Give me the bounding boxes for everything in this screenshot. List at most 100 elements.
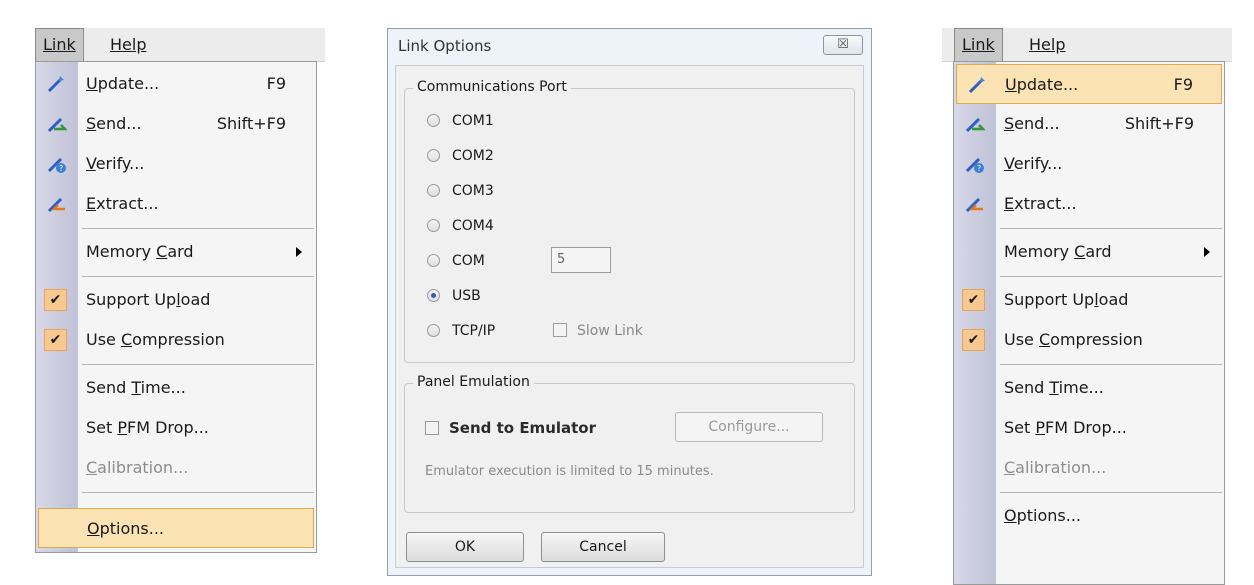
menu-item-calibration[interactable]: Calibration...: [36, 448, 316, 488]
configure-button[interactable]: Configure...: [675, 412, 823, 442]
separator: [1000, 364, 1222, 365]
submenu-arrow-icon: [1204, 247, 1210, 257]
menu-item-label: Extract...: [86, 194, 159, 213]
cancel-button[interactable]: Cancel: [541, 532, 665, 562]
send-to-emulator-checkbox[interactable]: Send to Emulator: [425, 417, 596, 439]
checkmark-icon: ✔: [962, 329, 985, 351]
close-button[interactable]: ☒: [823, 35, 863, 55]
checkbox-label: Slow Link: [577, 323, 643, 339]
menu-item-memory-card[interactable]: Memory Card: [36, 232, 316, 272]
menu-item-label: Set PFM Drop...: [1004, 418, 1127, 437]
menu-item-extract[interactable]: Extract...: [954, 184, 1224, 224]
radio-com3[interactable]: COM3: [427, 180, 494, 202]
wand-send-icon: [965, 117, 985, 133]
svg-text:?: ?: [59, 164, 63, 173]
radio-icon: [427, 113, 440, 127]
menu-item-label: Extract...: [1004, 194, 1077, 213]
radio-icon: [427, 183, 440, 197]
wand-extract-icon: [47, 197, 65, 213]
menu-item-label: Send Time...: [1004, 378, 1104, 397]
menu-item-calibration[interactable]: Calibration...: [954, 448, 1224, 488]
menu-item-label: Use Compression: [86, 330, 225, 349]
menu-item-support-upload[interactable]: ✔ Support Upload: [954, 280, 1224, 320]
menu-item-label: Support Upload: [86, 290, 211, 309]
right-menu-panel: Link Help Update... F9 Send... Shift+F9 …: [942, 28, 1232, 585]
menu-item-verify[interactable]: ? Verify...: [36, 144, 316, 184]
menu-item-label: Calibration...: [86, 458, 189, 477]
menu-item-set-pfm-drop[interactable]: Set PFM Drop...: [954, 408, 1224, 448]
wand-update-icon: [47, 76, 64, 93]
menu-item-label: Set PFM Drop...: [86, 418, 209, 437]
radio-label: COM4: [452, 218, 494, 234]
menu-link[interactable]: Link: [35, 28, 84, 61]
submenu-arrow-icon: [296, 247, 302, 257]
menu-item-label: Memory Card: [1004, 242, 1112, 261]
checkbox-icon: [553, 323, 567, 337]
group-legend: Communications Port: [413, 79, 571, 95]
wand-verify-icon: ?: [47, 157, 66, 173]
menu-item-options[interactable]: Options...: [954, 496, 1224, 536]
radio-com1[interactable]: COM1: [427, 110, 494, 132]
radio-icon: [427, 323, 440, 337]
group-legend: Panel Emulation: [413, 374, 534, 390]
menu-item-label: Send...: [1004, 114, 1060, 133]
radio-label: USB: [452, 288, 481, 304]
communications-port-group: Communications Port COM1 COM2 COM3 COM4 …: [404, 79, 855, 363]
svg-text:?: ?: [977, 164, 981, 173]
shortcut: Shift+F9: [216, 114, 286, 133]
dialog-title: Link Options: [398, 37, 492, 55]
wand-update-icon: [968, 77, 985, 94]
shortcut: F9: [1173, 75, 1193, 94]
menu-help[interactable]: Help: [1022, 28, 1072, 61]
menu-item-label: Memory Card: [86, 242, 194, 261]
radio-icon: [427, 253, 440, 267]
link-dropdown: Update... F9 Send... Shift+F9 ? Verify..…: [35, 61, 317, 553]
radio-com4[interactable]: COM4: [427, 215, 494, 237]
radio-tcpip[interactable]: TCP/IP: [427, 320, 495, 342]
separator: [82, 276, 314, 277]
checkmark-icon: ✔: [44, 329, 67, 351]
checkmark-icon: ✔: [44, 289, 67, 311]
menu-link-label: Link: [43, 35, 76, 54]
menu-item-verify[interactable]: ? Verify...: [954, 144, 1224, 184]
dialog-body: Communications Port COM1 COM2 COM3 COM4 …: [395, 65, 864, 568]
radio-label: COM3: [452, 183, 494, 199]
menu-item-label: Options...: [1004, 506, 1081, 525]
menu-help[interactable]: Help: [103, 28, 153, 61]
menu-item-label: Update...: [1005, 75, 1079, 94]
menu-item-update[interactable]: Update... F9: [956, 64, 1222, 104]
separator: [82, 492, 314, 493]
radio-icon: [427, 218, 440, 232]
menu-item-send[interactable]: Send... Shift+F9: [36, 104, 316, 144]
menu-item-options[interactable]: Options...: [38, 508, 314, 548]
checkmark-icon: ✔: [962, 289, 985, 311]
menubar: Link Help: [35, 28, 325, 62]
menu-item-memory-card[interactable]: Memory Card: [954, 232, 1224, 272]
radio-usb[interactable]: USB: [427, 285, 481, 307]
menu-help-label: Help: [1029, 35, 1066, 54]
radio-com[interactable]: COM: [427, 250, 485, 272]
menubar: Link Help: [942, 28, 1232, 62]
slow-link-checkbox[interactable]: Slow Link: [553, 320, 643, 342]
menu-link[interactable]: Link: [954, 28, 1003, 61]
menu-item-label: Update...: [86, 74, 160, 93]
menu-item-support-upload[interactable]: ✔ Support Upload: [36, 280, 316, 320]
checkbox-icon: [425, 420, 439, 435]
menu-item-use-compression[interactable]: ✔ Use Compression: [954, 320, 1224, 360]
menu-item-send[interactable]: Send... Shift+F9: [954, 104, 1224, 144]
separator: [82, 364, 314, 365]
com-number-input[interactable]: 5: [551, 247, 611, 273]
menu-item-send-time[interactable]: Send Time...: [954, 368, 1224, 408]
menu-item-extract[interactable]: Extract...: [36, 184, 316, 224]
radio-icon: [427, 148, 440, 162]
menu-item-use-compression[interactable]: ✔ Use Compression: [36, 320, 316, 360]
menu-item-update[interactable]: Update... F9: [36, 64, 316, 104]
checkbox-label: Send to Emulator: [449, 419, 597, 437]
menu-item-label: Calibration...: [1004, 458, 1107, 477]
ok-button[interactable]: OK: [406, 532, 524, 562]
menu-item-set-pfm-drop[interactable]: Set PFM Drop...: [36, 408, 316, 448]
menu-link-label: Link: [962, 35, 995, 54]
menu-item-send-time[interactable]: Send Time...: [36, 368, 316, 408]
menu-item-label: Send...: [86, 114, 142, 133]
radio-com2[interactable]: COM2: [427, 145, 494, 167]
